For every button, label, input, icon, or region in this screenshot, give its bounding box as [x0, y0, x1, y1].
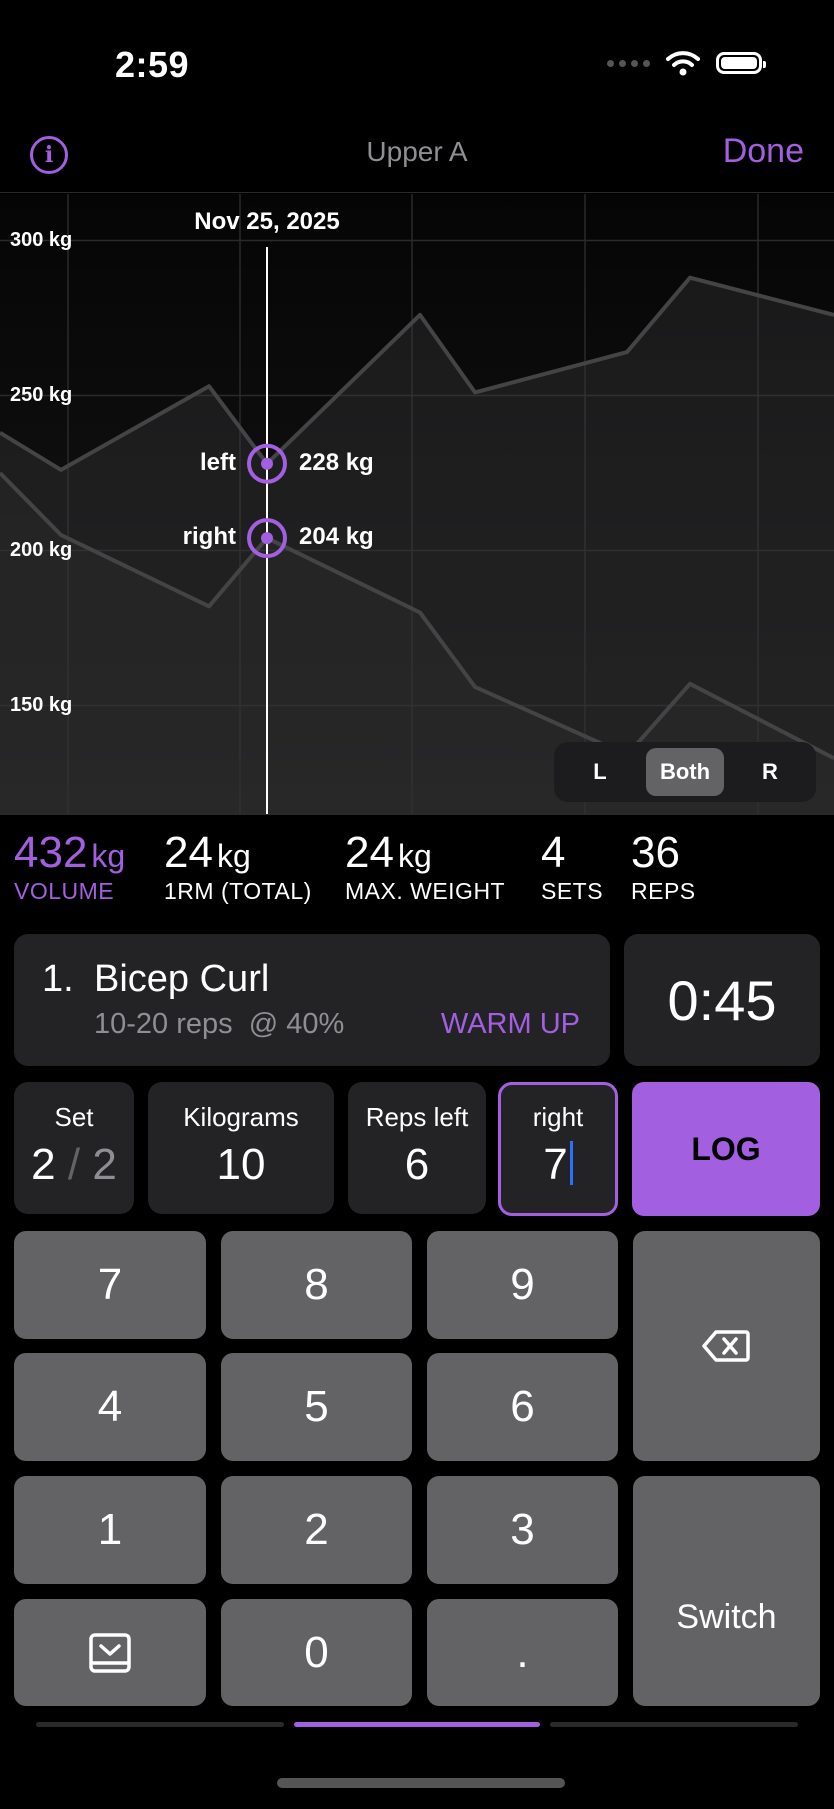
y-tick-label: 250 kg [10, 383, 73, 406]
key-5[interactable]: 5 [221, 1353, 412, 1461]
key-9[interactable]: 9 [427, 1231, 618, 1339]
key-2[interactable]: 2 [221, 1476, 412, 1584]
kilograms-value: 10 [216, 1140, 266, 1189]
stat-value: 432 [14, 828, 88, 877]
stat-reps: 36 REPS [631, 828, 696, 905]
stat-value: 36 [631, 828, 680, 877]
stat-sets: 4 SETS [541, 828, 603, 905]
battery-icon [716, 52, 766, 74]
key-1[interactable]: 1 [14, 1476, 206, 1584]
page-indicator-segment-active[interactable] [294, 1722, 540, 1727]
chart-divider [0, 814, 834, 815]
switch-button[interactable]: Switch [633, 1476, 820, 1706]
key-7[interactable]: 7 [14, 1231, 206, 1339]
segment-left[interactable]: L [560, 748, 640, 796]
keyboard-dismiss-icon [89, 1633, 131, 1673]
stat-unit: kg [397, 838, 432, 874]
stat-value: 24 [164, 828, 213, 877]
stat-1rm: 24 kg 1RM (TOTAL) [164, 828, 312, 905]
page-indicator-segment[interactable] [550, 1722, 798, 1727]
stat-label: MAX. WEIGHT [345, 878, 506, 904]
key-decimal[interactable]: . [427, 1599, 618, 1706]
nav-title: Upper A [366, 136, 468, 167]
home-indicator [277, 1778, 565, 1788]
wifi-icon [666, 51, 700, 76]
stat-unit: kg [91, 838, 126, 874]
series-label-left: left [200, 448, 236, 476]
selected-date-label: Nov 25, 2025 [194, 208, 340, 235]
reps-left-value: 6 [404, 1140, 430, 1189]
exercise-number: 1. [42, 958, 74, 1000]
side-segmented-control[interactable]: L Both R [554, 742, 816, 802]
exercise-name: Bicep Curl [94, 958, 270, 1000]
set-separator: / [67, 1140, 81, 1189]
exercise-detail: 10-20 reps @ 40% [94, 1008, 345, 1040]
kilograms-field[interactable]: Kilograms 10 [148, 1082, 334, 1214]
segment-both[interactable]: Both [646, 748, 724, 796]
reps-left-field[interactable]: Reps left 6 [348, 1082, 486, 1214]
rest-timer: 0:45 [667, 969, 777, 1032]
stat-value: 24 [345, 828, 394, 877]
warmup-badge: WARM UP [440, 1008, 580, 1040]
point-value-right: 204 kg [299, 523, 374, 551]
backspace-button[interactable] [633, 1231, 820, 1461]
stat-unit: kg [216, 838, 251, 874]
stat-volume: 432 kg VOLUME [14, 828, 125, 905]
selected-point-right [261, 532, 273, 545]
stat-label: SETS [541, 878, 604, 904]
set-total: 2 [92, 1140, 117, 1189]
stat-label: 1RM (TOTAL) [164, 878, 312, 904]
stat-label: VOLUME [14, 878, 115, 904]
log-button[interactable]: LOG [632, 1082, 820, 1216]
reps-right-label: right [532, 1102, 584, 1132]
stat-value: 4 [541, 828, 566, 877]
reps-left-label: Reps left [365, 1102, 469, 1132]
reps-right-field[interactable]: right 7 [498, 1082, 618, 1216]
selected-point-left [261, 457, 273, 470]
set-current: 2 [31, 1140, 56, 1189]
backspace-icon [702, 1330, 750, 1362]
status-icons [607, 50, 766, 76]
y-tick-label: 200 kg [10, 538, 73, 561]
key-3[interactable]: 3 [427, 1476, 618, 1584]
cellular-icon [607, 59, 650, 67]
dismiss-keyboard-button[interactable] [14, 1599, 206, 1706]
progress-chart[interactable] [0, 194, 834, 814]
key-4[interactable]: 4 [14, 1353, 206, 1461]
point-value-left: 228 kg [299, 448, 374, 476]
reps-right-value: 7 [543, 1140, 568, 1189]
done-button[interactable]: Done [723, 132, 804, 171]
set-field[interactable]: Set 2 / 2 [14, 1082, 134, 1214]
y-tick-label: 150 kg [10, 693, 73, 716]
set-label: Set [54, 1102, 94, 1132]
chart-canvas[interactable] [0, 194, 834, 814]
series-label-right: right [182, 523, 236, 551]
page-indicator-segment[interactable] [36, 1722, 284, 1727]
nav-divider [0, 192, 834, 193]
stat-label: REPS [631, 878, 696, 904]
key-6[interactable]: 6 [427, 1353, 618, 1461]
text-cursor [569, 1141, 573, 1185]
key-8[interactable]: 8 [221, 1231, 412, 1339]
stat-max-weight: 24 kg MAX. WEIGHT [345, 828, 505, 905]
status-time: 2:59 [115, 44, 190, 85]
kilograms-label: Kilograms [183, 1102, 299, 1132]
key-0[interactable]: 0 [221, 1599, 412, 1706]
segment-right[interactable]: R [730, 748, 810, 796]
